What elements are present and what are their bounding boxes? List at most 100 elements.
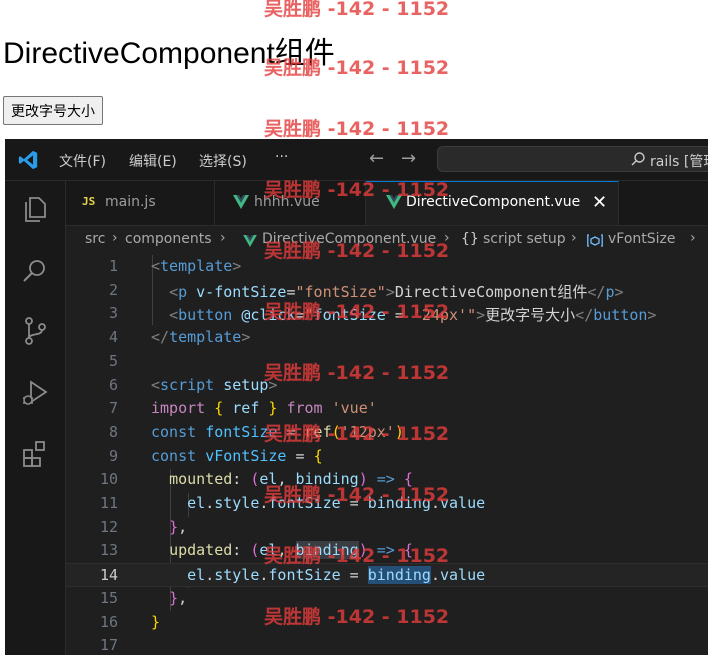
search-view-icon[interactable]	[19, 255, 51, 287]
code-token: >	[241, 328, 251, 347]
tab-hhhh-vue[interactable]: hhhh.vue	[215, 181, 366, 225]
watermark: 吴胜鹏 -142 - 1152	[264, 118, 450, 140]
code-line[interactable]: 9 const vFontSize = {	[66, 445, 708, 469]
code-token: vFontSize	[205, 446, 287, 465]
line-number: 6	[108, 375, 118, 394]
vue-file-icon	[386, 195, 402, 209]
code-token: =	[385, 306, 413, 325]
code-editor[interactable]: 1 <template> 2 <p v-fontSize="fontSize">…	[66, 255, 708, 655]
variable-icon	[587, 234, 603, 247]
code-token: }	[169, 588, 179, 607]
code-token: =>	[367, 470, 404, 489]
tab-directivecomponent-vue[interactable]: DirectiveComponent.vue ✕	[366, 181, 619, 225]
code-token: 更改字号大小	[485, 306, 576, 325]
line-number: 16	[99, 612, 118, 631]
code-token: .	[430, 494, 440, 512]
code-token: template	[169, 328, 242, 347]
code-line[interactable]: 6 <script setup>	[66, 374, 708, 398]
tab-main-js[interactable]: JS main.js	[66, 181, 215, 225]
code-token: mounted	[169, 470, 233, 489]
code-token: const	[151, 422, 197, 441]
explorer-icon[interactable]	[19, 193, 51, 225]
vue-file-icon	[233, 195, 249, 209]
line-number: 10	[99, 470, 118, 489]
code-line[interactable]: 15 },	[66, 587, 708, 611]
breadcrumb-script-setup[interactable]: script setup	[483, 231, 566, 247]
code-token: =>	[367, 541, 404, 560]
breadcrumb-vfontsize[interactable]: vFontSize	[608, 231, 676, 247]
breadcrumb-components[interactable]: components	[125, 231, 212, 247]
code-token: {	[313, 446, 323, 465]
menu-more[interactable]: ···	[275, 149, 288, 165]
chevron-right-icon: ›	[571, 230, 577, 246]
command-center[interactable]: rails [管理	[437, 146, 708, 172]
code-line-current[interactable]: 14 el.style.fontSize = binding.value	[66, 563, 708, 587]
code-line[interactable]: 4 </template>	[66, 326, 708, 350]
tab-label: main.js	[105, 194, 156, 210]
vscode-logo-icon	[18, 150, 38, 170]
line-number: 3	[108, 304, 118, 323]
close-icon[interactable]: ✕	[592, 192, 607, 213]
code-line[interactable]: 7 import { ref } from 'vue'	[66, 397, 708, 421]
code-line[interactable]: 10 mounted: (el, binding) => {	[66, 468, 708, 492]
code-line[interactable]: 5	[66, 350, 708, 374]
code-token: button	[593, 306, 648, 325]
code-line[interactable]: 1 <template>	[66, 255, 708, 279]
code-token: >	[476, 306, 486, 325]
code-token: el	[187, 494, 206, 512]
change-font-size-button[interactable]: 更改字号大小	[3, 96, 103, 125]
breadcrumb-src[interactable]: src	[85, 231, 105, 247]
code-token: binding	[295, 541, 359, 560]
code-token: const	[151, 446, 197, 465]
code-token: <	[151, 375, 161, 394]
code-token: template	[160, 257, 233, 275]
code-token: value	[440, 494, 486, 512]
code-token: ,	[178, 517, 188, 536]
code-token: 'vue'	[331, 399, 377, 418]
menu-file[interactable]: 文件(F)	[59, 151, 106, 171]
code-line[interactable]: 13 updated: (el, binding) => {	[66, 539, 708, 563]
braces-icon: {}	[461, 231, 479, 247]
code-line[interactable]: 8 const fontSize = ref('12px')	[66, 421, 708, 445]
code-token: >	[647, 306, 657, 325]
code-token: }	[268, 399, 278, 418]
back-arrow-icon[interactable]: ←	[369, 148, 384, 169]
chevron-right-icon: ›	[444, 230, 450, 246]
code-line[interactable]: 17	[66, 634, 708, 655]
code-token: <	[169, 306, 179, 325]
code-token: <	[151, 257, 161, 275]
code-token: binding	[295, 470, 359, 489]
code-line[interactable]: 11 el.style.fontSize = binding.value	[66, 492, 708, 516]
code-token: binding	[367, 566, 431, 585]
line-number: 17	[99, 636, 118, 655]
code-token: </	[151, 328, 170, 347]
code-token: }	[169, 517, 179, 536]
breadcrumb-file[interactable]: DirectiveComponent.vue	[262, 231, 436, 247]
code-token: >	[268, 375, 278, 394]
breadcrumb: src › components › DirectiveComponent.vu…	[66, 225, 708, 255]
code-line[interactable]: 12 },	[66, 516, 708, 540]
code-token: script	[160, 375, 215, 394]
line-number: 4	[108, 328, 118, 347]
line-number: 2	[108, 280, 118, 299]
extensions-icon[interactable]	[19, 437, 51, 469]
code-token: @click	[241, 306, 296, 325]
menu-edit[interactable]: 编辑(E)	[129, 151, 177, 171]
code-token: from	[286, 399, 323, 418]
code-token: binding	[367, 494, 431, 512]
code-line[interactable]: 16 }	[66, 611, 708, 635]
code-line[interactable]: 3 <button @click="fontSize = '24px'">更改字…	[66, 302, 708, 326]
search-icon	[631, 152, 645, 166]
run-debug-icon[interactable]	[19, 377, 51, 409]
line-number: 14	[99, 566, 118, 585]
forward-arrow-icon[interactable]: →	[401, 148, 416, 169]
code-token: el	[187, 566, 206, 585]
code-line[interactable]: 2 <p v-fontSize="fontSize">DirectiveComp…	[66, 279, 708, 303]
tab-label: DirectiveComponent.vue	[406, 194, 581, 210]
line-number: 1	[108, 257, 118, 275]
menu-selection[interactable]: 选择(S)	[199, 151, 247, 171]
code-token: '12px'	[340, 422, 395, 441]
code-token: el	[259, 541, 278, 560]
source-control-icon[interactable]	[19, 315, 51, 347]
vscode-window: 文件(F) 编辑(E) 选择(S) ··· ← → rails [管理	[5, 139, 708, 655]
